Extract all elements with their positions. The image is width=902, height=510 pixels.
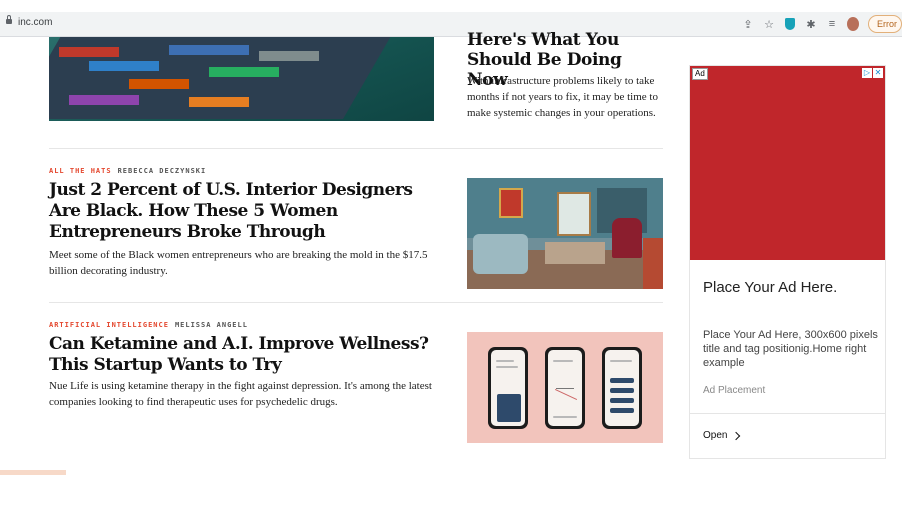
adchoices-icon[interactable]: ▷ (862, 68, 872, 78)
profile-avatar[interactable] (847, 17, 859, 31)
ad-badge: Ad (692, 68, 708, 80)
chevron-right-icon (732, 431, 741, 440)
divider (49, 148, 663, 149)
phone-mockup (602, 347, 642, 429)
article-2-author[interactable]: MELISSA ANGELL (175, 321, 248, 329)
star-icon[interactable]: ☆ (763, 18, 775, 31)
article-1-category[interactable]: ALL THE HATS (49, 167, 112, 175)
article-1-kicker: ALL THE HATS REBECCA DECZYNSKI (49, 167, 206, 175)
footer-accent-bar (0, 470, 66, 475)
interior-room-image[interactable] (467, 178, 663, 289)
share-icon[interactable]: ⇪ (742, 18, 754, 31)
ad-description: Place Your Ad Here, 300x600 pixels title… (703, 329, 878, 369)
ad-choices[interactable]: ▷ ✕ (862, 68, 883, 78)
ad-title[interactable]: Place Your Ad Here. (703, 277, 873, 299)
puzzle-icon[interactable]: ✱ (805, 18, 817, 31)
shipping-port-image[interactable] (49, 37, 434, 121)
toolbar-icons: ⇪ ☆ ✱ ≡ Error (742, 14, 902, 34)
article-2-dek: Nue Life is using ketamine therapy in th… (49, 380, 432, 408)
media-queue-icon[interactable]: ≡ (826, 18, 838, 30)
ad-open-button[interactable]: Open (703, 430, 741, 441)
article-2-headline[interactable]: Can Ketamine and A.I. Improve Wellness? … (49, 334, 449, 376)
lock-icon (6, 15, 12, 24)
article-1-author[interactable]: REBECCA DECZYNSKI (118, 167, 207, 175)
phone-mockup (488, 347, 528, 429)
article-1-dek: Meet some of the Black women entrepreneu… (49, 249, 428, 277)
ad-card[interactable]: Ad ▷ ✕ Place Your Ad Here. Place Your Ad… (689, 65, 886, 459)
article-1-headline[interactable]: Just 2 Percent of U.S. Interior Designer… (49, 180, 449, 243)
close-icon[interactable]: ✕ (873, 68, 883, 78)
article-2-category[interactable]: ARTIFICIAL INTELLIGENCE (49, 321, 169, 329)
url-text[interactable]: inc.com (18, 17, 52, 28)
divider (49, 302, 663, 303)
extension-shield-icon[interactable] (784, 18, 796, 30)
address-bar[interactable]: inc.com ⇪ ☆ ✱ ≡ Error (0, 12, 902, 37)
article-2-kicker: ARTIFICIAL INTELLIGENCE MELISSA ANGELL (49, 321, 248, 329)
browser-top-strip (0, 0, 902, 12)
phone-mockup (545, 347, 585, 429)
app-screens-image[interactable] (467, 332, 663, 443)
ad-divider (690, 413, 885, 414)
ad-open-label: Open (703, 430, 728, 441)
error-button[interactable]: Error (868, 15, 902, 33)
ad-image[interactable] (690, 66, 885, 260)
ad-placement-label: Ad Placement (703, 385, 766, 396)
top-article-dek: With infrastructure problems likely to t… (467, 75, 658, 119)
